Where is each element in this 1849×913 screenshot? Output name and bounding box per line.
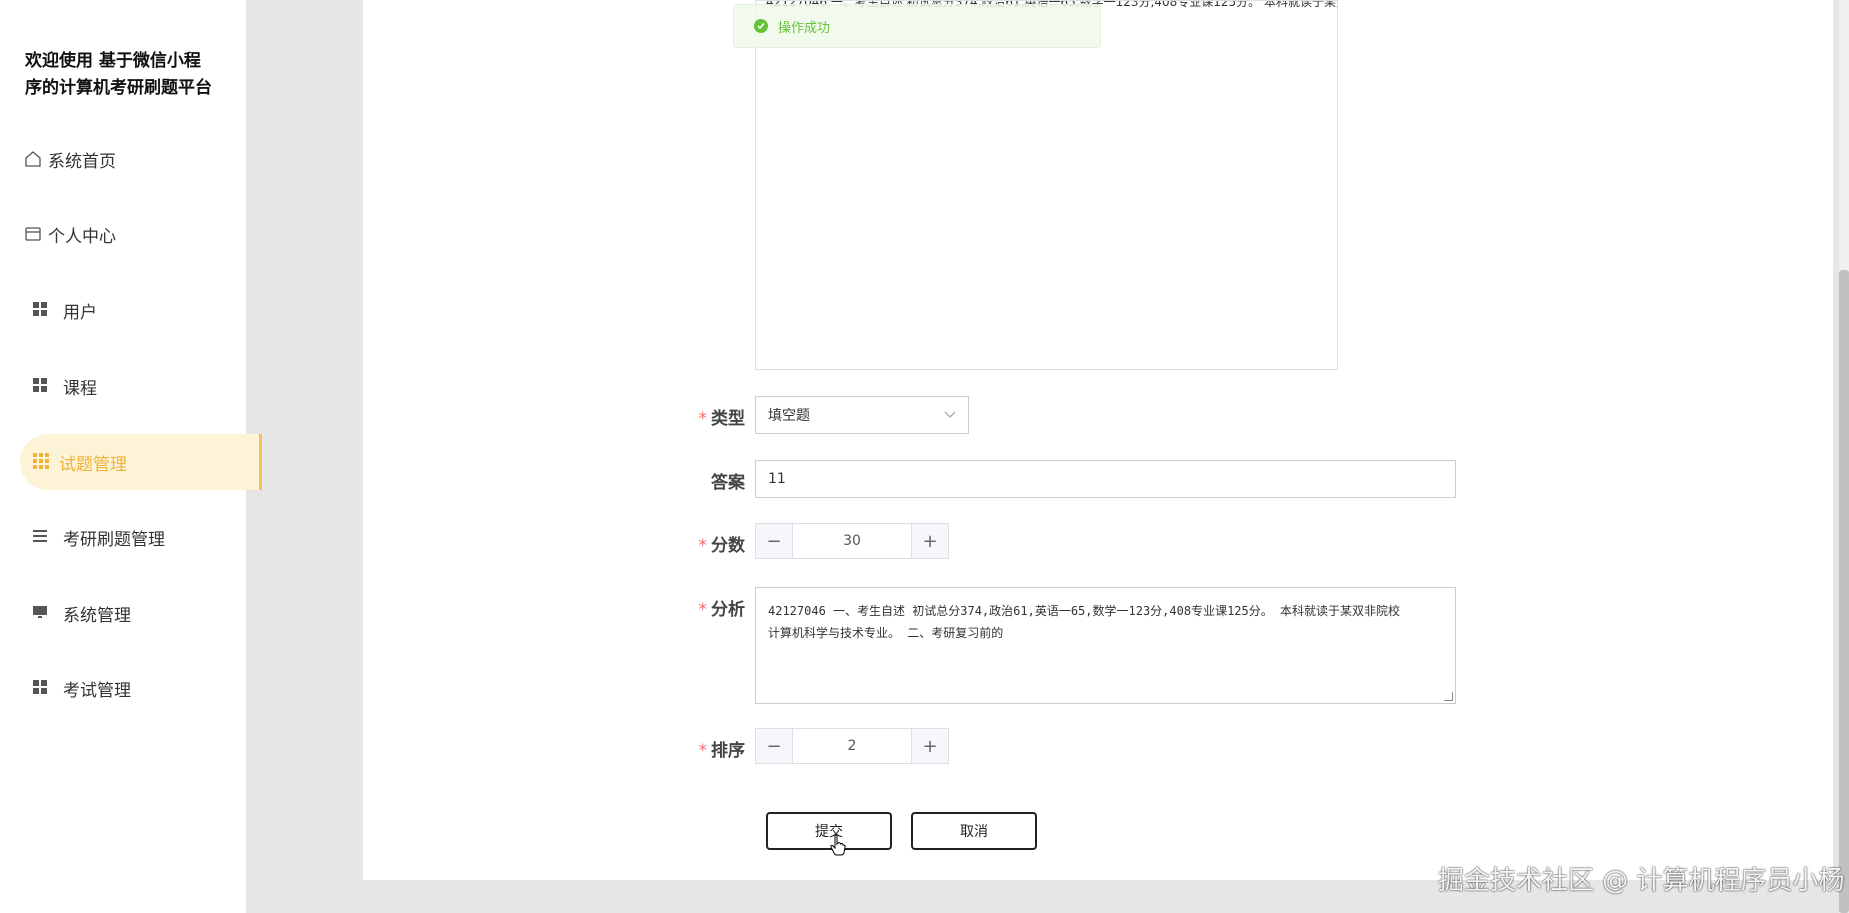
answer-input[interactable]: 11 — [755, 460, 1456, 498]
sidebar-item-label: 课程 — [63, 378, 97, 399]
order-label-text: 排序 — [711, 741, 745, 761]
grid-icon — [33, 377, 51, 395]
type-label-text: 类型 — [711, 409, 745, 429]
analysis-line: 计算机科学与技术专业。 二、考研复习前的 — [768, 626, 1004, 640]
score-label-text: 分数 — [711, 536, 745, 556]
type-select[interactable]: 填空题 — [755, 396, 969, 434]
submit-button[interactable]: 提交 — [766, 812, 892, 850]
type-label: * 类型 — [605, 404, 746, 429]
analysis-label: * 分析 — [605, 595, 746, 620]
chevron-down-icon — [944, 407, 956, 423]
watermark: 掘金技术社区 @ 计算机程序员小杨 — [1438, 866, 1845, 896]
required-mark: * — [698, 536, 708, 556]
order-value[interactable]: 2 — [793, 729, 911, 763]
sidebar-item-label: 系统首页 — [48, 151, 116, 172]
sidebar-item-profile[interactable]: 个人中心 — [0, 206, 246, 262]
list-icon — [33, 528, 51, 546]
required-mark: * — [698, 409, 708, 429]
analysis-label-text: 分析 — [711, 600, 745, 620]
app-title-line1: 欢迎使用 基于微信小程 — [25, 51, 201, 71]
sidebar-item-users[interactable]: 用户 — [0, 282, 246, 338]
sidebar-item-label: 用户 — [63, 302, 97, 323]
order-increment-button[interactable]: + — [911, 729, 948, 763]
required-mark: * — [698, 741, 708, 761]
success-toast: 操作成功 — [733, 4, 1101, 48]
order-label: * 排序 — [605, 736, 746, 761]
grid-icon — [33, 679, 51, 697]
grid-icon — [33, 301, 51, 319]
type-select-value: 填空题 — [768, 408, 810, 424]
toast-text: 操作成功 — [778, 20, 831, 36]
app-title-line2: 序的计算机考研刷题平台 — [25, 78, 212, 98]
answer-value: 11 — [768, 471, 786, 487]
required-mark: * — [698, 600, 708, 620]
sidebar-item-exam-management[interactable]: 考试管理 — [0, 660, 246, 716]
order-decrement-button[interactable]: − — [756, 729, 793, 763]
answer-label-text: 答案 — [711, 473, 745, 493]
score-label: * 分数 — [605, 531, 746, 556]
score-stepper[interactable]: − 30 + — [755, 523, 949, 559]
score-increment-button[interactable]: + — [911, 524, 948, 558]
sidebar-item-label: 个人中心 — [48, 226, 116, 247]
sidebar-item-home[interactable]: 系统首页 — [0, 131, 246, 187]
sidebar-item-system-management[interactable]: 系统管理 — [0, 585, 246, 641]
grid-icon — [33, 453, 51, 471]
sidebar-item-courses[interactable]: 课程 — [0, 358, 246, 414]
sidebar-item-label: 试题管理 — [59, 454, 127, 475]
app-title: 欢迎使用 基于微信小程 序的计算机考研刷题平台 — [25, 48, 235, 102]
sidebar-item-question-management[interactable]: 试题管理 — [20, 434, 262, 490]
sidebar: 欢迎使用 基于微信小程 序的计算机考研刷题平台 系统首页 个人中心 用户 课程 … — [0, 0, 262, 913]
sidebar-item-label: 考试管理 — [63, 680, 131, 701]
score-value[interactable]: 30 — [793, 524, 911, 558]
score-decrement-button[interactable]: − — [756, 524, 793, 558]
page-scrollbar[interactable] — [1839, 0, 1849, 913]
hand-cursor-icon — [830, 834, 846, 860]
analysis-line: 42127046 一、考生自述 初试总分374,政治61,英语一65,数学一12… — [768, 604, 1400, 618]
check-circle-icon — [754, 19, 768, 33]
id-card-icon — [24, 225, 42, 243]
home-icon — [24, 150, 42, 168]
order-stepper[interactable]: − 2 + — [755, 728, 949, 764]
answer-label: 答案 — [605, 468, 745, 493]
sidebar-item-label: 考研刷题管理 — [63, 529, 165, 550]
analysis-textarea[interactable]: 42127046 一、考生自述 初试总分374,政治61,英语一65,数学一12… — [755, 587, 1456, 704]
resize-handle[interactable] — [1444, 692, 1453, 701]
sidebar-item-practice-management[interactable]: 考研刷题管理 — [0, 509, 246, 565]
sidebar-item-label: 系统管理 — [63, 605, 131, 626]
cancel-button[interactable]: 取消 — [911, 812, 1037, 850]
monitor-icon — [33, 604, 51, 622]
scrollbar-thumb[interactable] — [1839, 270, 1849, 913]
question-textarea[interactable]: 42127046 一、考生自述 初试总分374,政治61,英语一65,数学一12… — [755, 0, 1338, 370]
